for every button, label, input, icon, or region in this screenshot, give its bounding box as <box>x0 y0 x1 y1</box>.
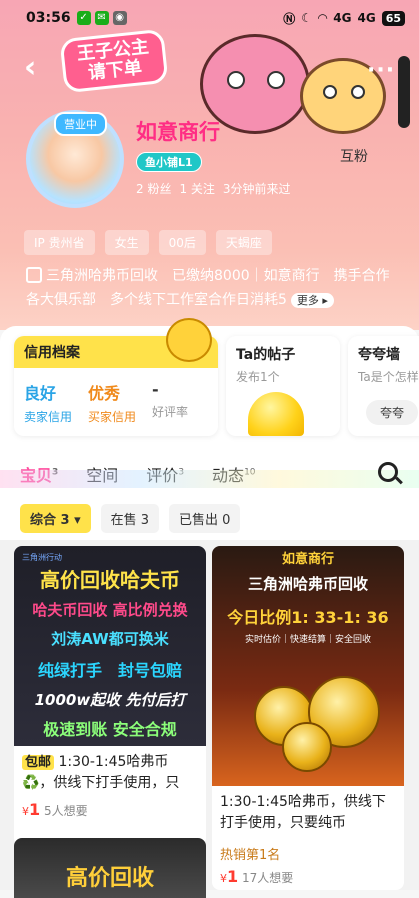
profile-tags: IP 贵州省 女生 00后 天蝎座 <box>24 230 272 255</box>
following-count[interactable]: 1 关注 <box>179 180 214 197</box>
mascot-eye <box>227 71 245 89</box>
item-filters: 综合 3 ▾ 在售 3 已售出 0 <box>0 496 419 540</box>
bio-more-button[interactable]: 更多 ▸ <box>290 293 334 308</box>
follow-status-label[interactable]: 互粉 <box>340 146 368 166</box>
profile-stats: 2 粉丝 1 关注 3分钟前来过 <box>136 180 291 197</box>
battery-icon: 65 <box>381 10 405 26</box>
buyer-credit: 优秀 买家信用 <box>88 384 137 424</box>
item-card[interactable]: 如意商行 三角洲哈弗币回收 今日比例1: 33-1: 36 实时估价｜快速结算｜… <box>212 546 404 890</box>
item-title: 1:30-1:45哈弗币，供线下打手使用，只要纯币 <box>220 794 386 831</box>
posts-card-sub: 发布1个 <box>236 370 280 384</box>
duck-mascot-icon <box>166 318 212 362</box>
filter-on-sale[interactable]: 在售 3 <box>100 503 160 533</box>
posts-card[interactable]: Ta的帖子 发布1个 <box>226 336 340 436</box>
bio-note-icon <box>26 267 42 283</box>
posts-card-title: Ta的帖子 <box>236 347 296 363</box>
signal-2-icon: 4G <box>357 11 376 25</box>
tag-zodiac: 天蝎座 <box>215 230 272 255</box>
filter-sold[interactable]: 已售出 0 <box>169 503 241 533</box>
profile-bio: 三角洲哈弗币回收 已缴纳8000｜如意商行 携手合作各大俱乐部 多个线下工作室合… <box>26 267 390 308</box>
signal-1-icon: 4G <box>333 11 352 25</box>
item-title: 包邮 1:30-1:45哈弗币♻️，供线下打手使用，只 <box>22 754 180 791</box>
tabs-rainbow-decoration <box>0 470 419 488</box>
praise-wall-card[interactable]: 夸夸墙 Ta是个怎样 夸夸 <box>348 336 419 436</box>
nfc-icon: Ⓝ <box>283 11 296 26</box>
items-grid: 三角洲行动 高价回收哈夫币 哈夫币回收 高比例兑换 刘涛AW都可换米 纯绿打手 … <box>0 540 419 898</box>
mascot-eye <box>323 85 337 99</box>
status-bar: 03:56 ✓ ✉ ◉ Ⓝ ☾ ◠ 4G 4G 65 <box>0 0 419 36</box>
shop-level-badge[interactable]: 鱼小铺L1 <box>136 152 202 172</box>
tag-age: 00后 <box>158 230 206 255</box>
search-icon[interactable] <box>378 462 398 482</box>
banner-badge: 王子公主 请下单 <box>59 28 169 94</box>
tag-gender: 女生 <box>104 230 149 255</box>
praise-card-sub: Ta是个怎样 <box>358 370 419 384</box>
message-icon: ✉ <box>94 11 109 25</box>
back-chevron-icon[interactable]: ‹ <box>24 50 36 85</box>
floating-side-tab[interactable] <box>398 56 410 128</box>
praise-card-title: 夸夸墙 <box>358 347 400 363</box>
tag-location: IP 贵州省 <box>24 230 95 255</box>
more-options-icon[interactable]: ··· <box>367 58 395 83</box>
mascot-eye <box>267 71 285 89</box>
coin-illustration <box>282 722 332 772</box>
last-active: 3分钟前来过 <box>222 182 291 196</box>
item-card[interactable]: 高价回收 <box>14 838 206 898</box>
wechat-icon: ✓ <box>76 11 91 25</box>
item-image: 三角洲行动 高价回收哈夫币 哈夫币回收 高比例兑换 刘涛AW都可换米 纯绿打手 … <box>14 546 206 746</box>
fans-count[interactable]: 2 粉丝 <box>136 180 171 197</box>
moon-icon: ☾ <box>301 11 313 25</box>
shop-name: 如意商行 <box>136 120 220 144</box>
positive-rate: - 好评率 <box>152 380 189 419</box>
yellow-ball-icon <box>248 392 304 436</box>
item-price: ¥1 17人想要 <box>220 867 294 886</box>
wifi-icon: ◠ <box>318 11 328 25</box>
hot-rank-label: 热销第1名 <box>220 848 281 863</box>
item-image: 如意商行 三角洲哈弗币回收 今日比例1: 33-1: 36 实时估价｜快速结算｜… <box>212 546 404 786</box>
mascot-eye <box>351 85 365 99</box>
item-price: ¥1 5人想要 <box>22 800 88 819</box>
clock: 03:56 <box>26 10 71 26</box>
free-shipping-badge: 包邮 <box>22 755 55 770</box>
seller-credit: 良好 卖家信用 <box>24 384 73 424</box>
filter-all[interactable]: 综合 3 ▾ <box>20 503 91 533</box>
notification-icon: ◉ <box>112 11 127 25</box>
item-card[interactable]: 三角洲行动 高价回收哈夫币 哈夫币回收 高比例兑换 刘涛AW都可换米 纯绿打手 … <box>14 546 206 846</box>
praise-button[interactable]: 夸夸 <box>366 400 419 425</box>
open-status-badge: 营业中 <box>54 112 107 136</box>
